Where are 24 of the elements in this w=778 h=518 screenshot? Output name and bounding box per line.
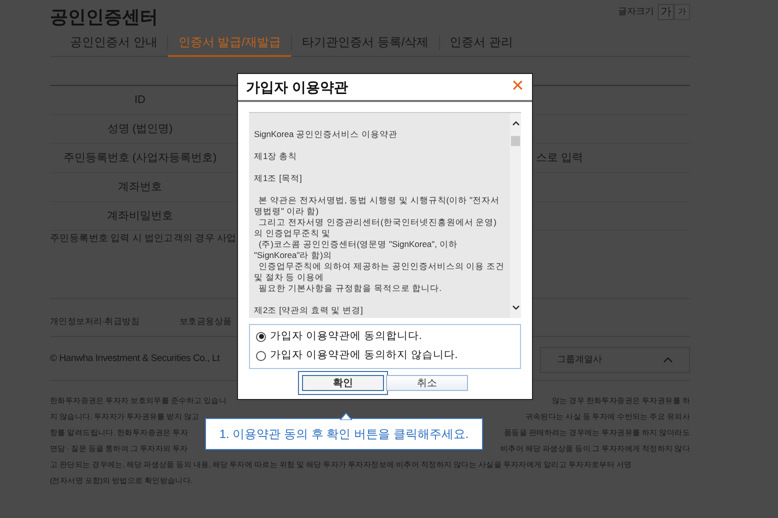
terms-line: 인증업무준칙에 의하여 제공하는 공인인증서비스의 이용 조건 및 절차 등 이용에: [254, 261, 505, 283]
radio-button[interactable]: [256, 350, 266, 361]
terms-line: 제2조 [약관의 효력 및 변경]: [254, 305, 364, 316]
terms-line: 본 약관은 전자서명법, 동법 시행령 및 시행규칙(이하 "전자서명법령" 이라 함): [254, 195, 500, 217]
dialog-button[interactable]: 취소: [386, 374, 468, 390]
terms-line: 제1장 총칙: [254, 151, 298, 162]
terms-line: 제1조 [목적]: [254, 173, 303, 184]
font-size-button[interactable]: 가: [658, 4, 674, 20]
nav-tab[interactable]: 인증서 발급/재발급: [168, 30, 292, 56]
terms-line: 필요한 기본사항을 규정함을 목적으로 합니다.: [258, 283, 443, 294]
terms-line: (주)코스콤 공인인증센터(영문명 "SignKorea", 이하 "SignKorea"라 함)의: [254, 239, 458, 261]
terms-line: 그리고 전자서명 인증관리센터(한국인터넷진흥원에서 운영)의 인증업무준칙 및: [254, 217, 498, 239]
tooltip-text: 1. 이용약관 동의 후 확인 버튼을 클릭해주세요.: [219, 426, 469, 443]
radio-label[interactable]: 가입자 이용약관에 동의합니다.: [270, 329, 422, 345]
page-title: 공인인증센터: [50, 6, 158, 29]
terms-line: SignKorea 공인인증서비스 이용약관: [254, 129, 398, 140]
scrollbar-thumb[interactable]: [511, 136, 520, 146]
close-button[interactable]: ✕: [511, 79, 524, 95]
radio-button[interactable]: [256, 332, 266, 342]
scroll-up-icon[interactable]: [512, 121, 520, 126]
dialog-title: 가입자 이용약관: [246, 78, 348, 96]
chevron-up-icon: [663, 356, 673, 362]
scroll-down-icon[interactable]: [512, 305, 520, 310]
radio-label[interactable]: 가입자 이용약관에 동의하지 않습니다.: [270, 348, 458, 364]
